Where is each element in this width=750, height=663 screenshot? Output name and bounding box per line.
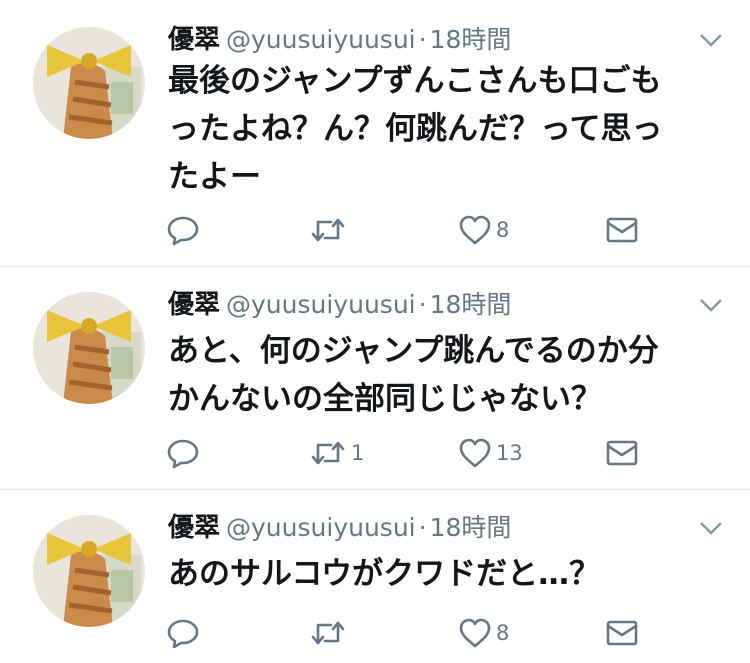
retweet-count: 1 bbox=[351, 441, 365, 465]
heart-icon bbox=[459, 215, 491, 245]
direct-message-button[interactable] bbox=[606, 435, 638, 471]
like-button[interactable]: 8 bbox=[458, 212, 509, 248]
tweet[interactable]: 優翠 @yuusuiyuusui · 18時間 最後のジャンプずんこさんも口ごも った… bbox=[0, 0, 750, 266]
tweet[interactable]: 優翠 @yuusuiyuusui · 18時間 あのサルコウがクワドだと…？ 8 bbox=[0, 490, 750, 663]
reply-icon bbox=[167, 216, 199, 246]
reply-button[interactable] bbox=[166, 615, 204, 651]
tweet-text: あのサルコウがクワドだと…？ bbox=[168, 556, 601, 592]
like-count: 13 bbox=[496, 441, 523, 465]
direct-message-button[interactable] bbox=[606, 212, 638, 248]
tweet-text: 最後のジャンプずんこさんも口ごも ったよね？ん？何跳んだ？って思っ たよー bbox=[168, 63, 663, 195]
avatar[interactable] bbox=[33, 27, 145, 139]
chevron-down-icon[interactable] bbox=[698, 295, 724, 315]
heart-icon bbox=[459, 618, 491, 648]
reply-icon bbox=[167, 619, 199, 649]
envelope-icon bbox=[606, 217, 638, 243]
envelope-icon bbox=[606, 440, 638, 466]
user-handle[interactable]: @yuusuiyuusui bbox=[226, 290, 416, 319]
retweet-button[interactable]: 1 bbox=[309, 435, 364, 471]
direct-message-button[interactable] bbox=[606, 615, 638, 651]
separator-dot: · bbox=[418, 290, 427, 319]
display-name[interactable]: 優翠 bbox=[168, 290, 220, 320]
like-button[interactable]: 8 bbox=[458, 615, 509, 651]
separator-dot: · bbox=[418, 25, 427, 54]
heart-icon bbox=[459, 438, 491, 468]
reply-button[interactable] bbox=[166, 435, 204, 471]
tweet-text: あと、何のジャンプ跳んでるのか分 かんないの全部同じじゃない？ bbox=[168, 333, 659, 417]
retweet-button[interactable] bbox=[309, 212, 351, 248]
timestamp[interactable]: 18時間 bbox=[430, 513, 512, 542]
separator-dot: · bbox=[418, 513, 427, 542]
retweet-icon bbox=[311, 218, 345, 242]
display-name[interactable]: 優翠 bbox=[168, 25, 220, 55]
retweet-icon bbox=[311, 441, 345, 465]
reply-button[interactable] bbox=[166, 212, 204, 248]
envelope-icon bbox=[606, 620, 638, 646]
like-button[interactable]: 13 bbox=[458, 435, 523, 471]
like-count: 8 bbox=[496, 621, 510, 645]
chevron-down-icon[interactable] bbox=[698, 518, 724, 538]
user-handle[interactable]: @yuusuiyuusui bbox=[226, 25, 416, 54]
retweet-icon bbox=[311, 621, 345, 645]
reply-icon bbox=[167, 439, 199, 469]
timestamp[interactable]: 18時間 bbox=[430, 25, 512, 54]
tweet[interactable]: 優翠 @yuusuiyuusui · 18時間 あと、何のジャンプ跳んでるのか分 かん… bbox=[0, 267, 750, 489]
avatar[interactable] bbox=[33, 515, 145, 627]
timestamp[interactable]: 18時間 bbox=[430, 290, 512, 319]
user-handle[interactable]: @yuusuiyuusui bbox=[226, 513, 416, 542]
retweet-button[interactable] bbox=[309, 615, 351, 651]
avatar[interactable] bbox=[33, 292, 145, 404]
chevron-down-icon[interactable] bbox=[698, 30, 724, 50]
display-name[interactable]: 優翠 bbox=[168, 513, 220, 543]
like-count: 8 bbox=[496, 218, 510, 242]
